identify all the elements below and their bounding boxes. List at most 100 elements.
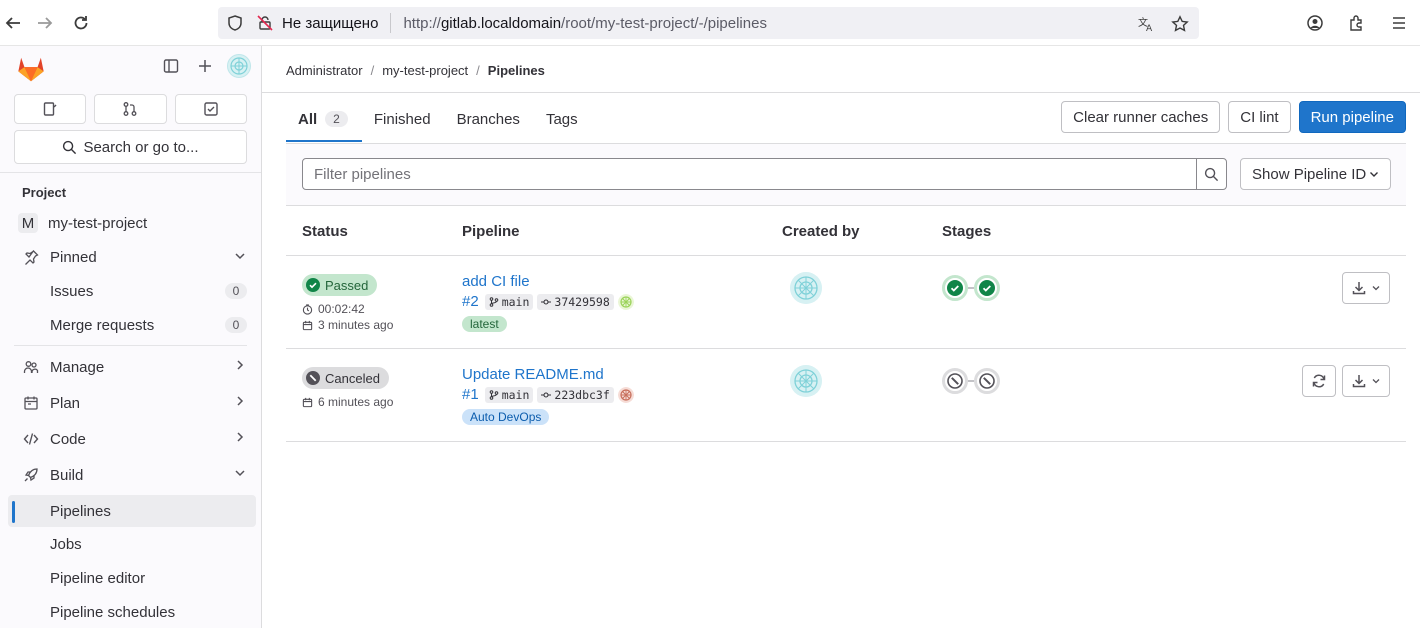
pipeline-stages xyxy=(942,368,1000,394)
plus-icon[interactable] xyxy=(193,54,217,78)
sidebar-item-manage[interactable]: Manage xyxy=(0,349,261,385)
auto-devops-badge: Auto DevOps xyxy=(462,409,550,425)
issues-label: Issues xyxy=(50,282,94,300)
browser-toolbar: Не защищено http://gitlab.localdomain/ro… xyxy=(0,0,1420,46)
url-divider xyxy=(390,13,392,33)
breadcrumb: Administrator / my-test-project / Pipeli… xyxy=(286,63,545,78)
commit-author-avatar[interactable] xyxy=(617,386,634,403)
tab-finished[interactable]: Finished xyxy=(362,101,445,137)
commit-author-avatar[interactable] xyxy=(617,293,634,310)
creator-avatar[interactable] xyxy=(790,365,822,397)
page-actions: Clear runner caches CI lint Run pipeline xyxy=(1061,101,1406,133)
stage-success-button[interactable] xyxy=(974,275,1000,301)
assigned-issues-button[interactable] xyxy=(14,94,87,124)
tab-tags[interactable]: Tags xyxy=(534,101,592,137)
sidebar-item-pinned[interactable]: Pinned xyxy=(0,240,261,274)
chevron-down-icon xyxy=(235,470,245,477)
pipeline-id-link[interactable]: #1 xyxy=(462,386,479,403)
ci-lint-button[interactable]: CI lint xyxy=(1228,101,1291,133)
filter-pipelines-input[interactable]: Filter pipelines xyxy=(302,158,1197,190)
account-icon[interactable] xyxy=(1302,10,1328,36)
sidebar-item-pipelines[interactable]: Pipelines xyxy=(8,495,256,527)
menu-icon[interactable] xyxy=(1386,10,1412,36)
sidebar-toggle-icon[interactable] xyxy=(159,54,183,78)
search-button[interactable]: Search or go to... xyxy=(14,130,247,164)
url-text[interactable]: http://gitlab.localdomain/root/my-test-p… xyxy=(403,15,767,32)
branch-chip[interactable]: main xyxy=(484,293,534,310)
stage-canceled-button[interactable] xyxy=(974,368,1000,394)
pipelines-table: Status Pipeline Created by Stages Passed… xyxy=(286,206,1406,442)
reload-icon[interactable] xyxy=(68,10,94,36)
sidebar-item-merge-requests[interactable]: Merge requests 0 xyxy=(0,308,261,342)
status-canceled-icon xyxy=(947,373,963,389)
show-pipeline-id-dropdown[interactable]: Show Pipeline ID xyxy=(1240,158,1391,190)
code-label: Code xyxy=(50,430,86,448)
clear-runner-caches-button[interactable]: Clear runner caches xyxy=(1061,101,1221,133)
pipelines-label: Pipelines xyxy=(50,502,111,520)
svg-text:A: A xyxy=(1146,24,1153,33)
user-avatar[interactable] xyxy=(227,54,251,78)
sidebar-item-plan[interactable]: Plan xyxy=(0,385,261,421)
filter-search-button[interactable] xyxy=(1196,158,1227,190)
sidebar-item-issues[interactable]: Issues 0 xyxy=(0,274,261,308)
branch-icon xyxy=(489,296,498,307)
shield-icon[interactable] xyxy=(224,12,246,34)
branch-name: main xyxy=(501,294,530,309)
pipeline-tabs: All 2 Finished Branches Tags xyxy=(286,101,592,142)
sidebar-item-pipeline-editor[interactable]: Pipeline editor xyxy=(0,561,261,595)
breadcrumb-item[interactable]: my-test-project xyxy=(382,63,468,78)
main-content: Administrator / my-test-project / Pipeli… xyxy=(262,46,1420,628)
table-header: Status Pipeline Created by Stages xyxy=(286,206,1406,256)
pipeline-commit-title[interactable]: Update README.md xyxy=(462,366,604,383)
stage-canceled-button[interactable] xyxy=(942,368,968,394)
chevron-down-icon xyxy=(1372,286,1380,291)
branch-chip[interactable]: main xyxy=(484,386,534,403)
code-icon xyxy=(22,430,40,448)
search-icon xyxy=(1204,167,1219,181)
gitlab-logo-icon[interactable] xyxy=(16,54,46,84)
pipeline-commit-title[interactable]: add CI file xyxy=(462,273,530,290)
merge-requests-count-badge: 0 xyxy=(225,317,247,333)
status-badge[interactable]: Canceled xyxy=(302,367,389,389)
merge-requests-button[interactable] xyxy=(94,94,167,124)
issues-icon xyxy=(43,102,57,116)
status-badge[interactable]: Passed xyxy=(302,274,378,296)
run-pipeline-button[interactable]: Run pipeline xyxy=(1298,101,1406,133)
bookmark-star-icon[interactable] xyxy=(1167,11,1193,37)
sidebar-item-jobs[interactable]: Jobs xyxy=(0,527,261,561)
url-prefix: http:// xyxy=(403,14,441,32)
breadcrumb-separator: / xyxy=(370,63,375,78)
tab-branches[interactable]: Branches xyxy=(445,101,534,137)
extensions-icon[interactable] xyxy=(1344,10,1370,36)
insecure-lock-icon[interactable] xyxy=(254,12,276,34)
branch-icon xyxy=(489,389,498,400)
commit-chip[interactable]: 223dbc3f xyxy=(537,386,614,403)
creator-avatar[interactable] xyxy=(790,272,822,304)
breadcrumb-current[interactable]: Pipelines xyxy=(488,63,545,78)
download-artifacts-dropdown[interactable] xyxy=(1342,365,1390,397)
tab-all[interactable]: All 2 xyxy=(286,101,362,142)
commit-chip[interactable]: 37429598 xyxy=(537,293,614,310)
build-label: Build xyxy=(50,466,84,484)
sidebar-project-link[interactable]: M my-test-project xyxy=(0,206,261,240)
download-artifacts-dropdown[interactable] xyxy=(1342,272,1390,304)
sidebar-item-code[interactable]: Code xyxy=(0,421,261,457)
duration-text: 00:02:42 xyxy=(318,302,365,316)
stage-success-button[interactable] xyxy=(942,275,968,301)
back-icon[interactable] xyxy=(0,10,26,36)
forward-icon[interactable] xyxy=(32,10,58,36)
pipeline-refs: #2 main 37429598 xyxy=(462,293,634,310)
breadcrumb-item[interactable]: Administrator xyxy=(286,63,363,78)
status-success-icon xyxy=(947,280,963,296)
issues-count-badge: 0 xyxy=(225,283,247,299)
todos-button[interactable] xyxy=(174,94,247,124)
sidebar-item-pipeline-schedules[interactable]: Pipeline schedules xyxy=(0,595,261,629)
retry-pipeline-button[interactable] xyxy=(1302,365,1336,397)
column-header-status: Status xyxy=(302,223,348,240)
download-icon xyxy=(1352,375,1366,388)
pipeline-duration: 00:02:42 xyxy=(302,302,365,316)
pipeline-id-link[interactable]: #2 xyxy=(462,293,479,310)
url-bar[interactable]: Не защищено http://gitlab.localdomain/ro… xyxy=(218,7,1199,39)
translate-icon[interactable]: 文A xyxy=(1133,11,1159,37)
sidebar-item-build[interactable]: Build xyxy=(0,457,261,493)
